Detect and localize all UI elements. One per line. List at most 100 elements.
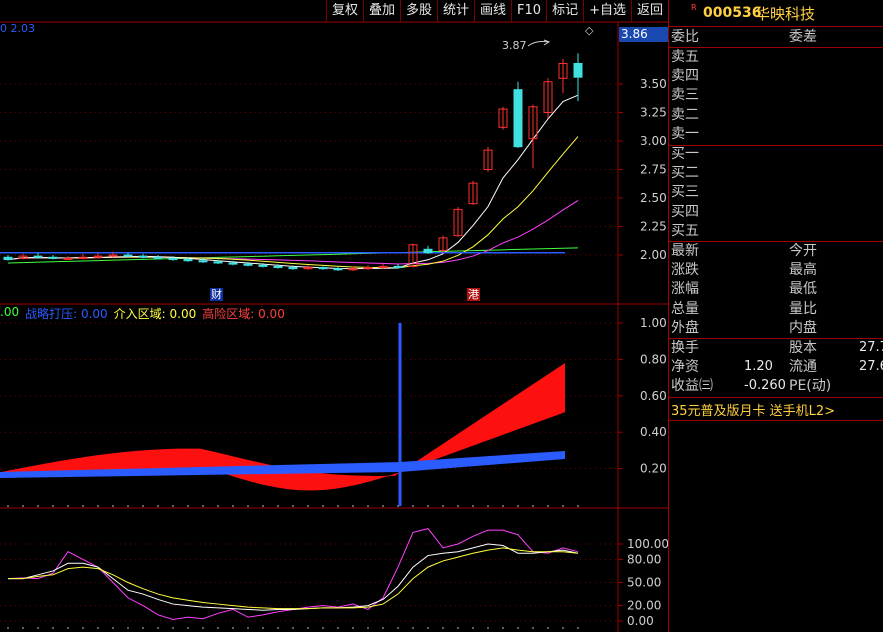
fund-label-right-0: 股本 (789, 340, 817, 356)
tick-dot (232, 505, 234, 507)
peak-label: 3.87 (502, 39, 527, 52)
tick-dot (112, 505, 114, 507)
tick-dot (142, 505, 144, 507)
tick-dot (517, 505, 519, 507)
legend-prefix: .00 (0, 305, 20, 319)
tick-dot (262, 627, 264, 629)
tick-dot (487, 505, 489, 507)
current-price-tag: 3.86 (619, 27, 668, 42)
candle-body (258, 264, 268, 267)
tick-dot (97, 505, 99, 507)
candle-body (198, 260, 208, 263)
moving-average-lines (0, 94, 579, 270)
tick-dot (277, 627, 279, 629)
candle-body (48, 256, 58, 259)
price-axis-label: 2.50 (640, 191, 667, 205)
buy-label-1: 买二 (671, 165, 699, 182)
diamond-marker-icon[interactable]: ◇ (585, 24, 593, 37)
indicator1-legend: .00 战略打压: 0.00 介入区域: 0.00 高险区域: 0.00 (0, 305, 285, 322)
indicator1-plot (0, 323, 565, 506)
tick-dot (397, 627, 399, 629)
price-axis-label: 3.25 (640, 106, 667, 120)
tick-dot (577, 505, 579, 507)
tick-dot (187, 627, 189, 629)
promo-link[interactable]: 35元普及版月卡 送手机L2> (671, 400, 835, 419)
tick-dot (52, 505, 54, 507)
tick-dot (337, 505, 339, 507)
tick-dot (532, 505, 534, 507)
tick-dot (202, 627, 204, 629)
ind2-axis-label: 20.00 (627, 599, 661, 613)
fund-value-right-1: 27.6 (859, 359, 883, 374)
tick-dot (487, 627, 489, 629)
tick-dot (397, 505, 399, 507)
chart-area[interactable]: 复权 叠加 多股 统计 画线 F10 标记 +自选 返回 3.50 3.25 3.00 2.75 2.5… (0, 0, 668, 632)
separator (669, 397, 883, 398)
tick-dot (7, 627, 9, 629)
tick-dot (442, 505, 444, 507)
sell-label-2: 卖三 (671, 87, 699, 104)
price-axis-label: 2.75 (640, 163, 667, 177)
stat-label-right-1: 最高 (789, 262, 817, 279)
event-marker-finance[interactable]: 财 (210, 288, 223, 301)
candle-body (33, 255, 43, 258)
buy-label-2: 买三 (671, 184, 699, 201)
j-line (8, 547, 579, 610)
tick-dot (562, 627, 564, 629)
tick-dot (322, 627, 324, 629)
tick-dot (262, 505, 264, 507)
candle-body (393, 265, 403, 269)
tick-dot (307, 505, 309, 507)
price-axis-label: 3.00 (640, 134, 667, 148)
stat-label-1: 涨跌 (671, 262, 699, 279)
tick-dot (277, 505, 279, 507)
tick-dot (367, 505, 369, 507)
tick-dot (577, 627, 579, 629)
stat-label-right-3: 量比 (789, 300, 817, 317)
separator (669, 145, 883, 146)
tick-dot (442, 627, 444, 629)
ind1-axis-label: 0.60 (640, 389, 667, 403)
top-left-value: 0 2.03 (0, 22, 35, 35)
tick-dot (127, 627, 129, 629)
tick-dot (247, 505, 249, 507)
candle-body (63, 257, 73, 260)
ma-line-1 (7, 199, 579, 265)
event-marker-hk[interactable]: 港 (467, 288, 480, 301)
tick-dot (472, 505, 474, 507)
stock-superscript: R (691, 3, 697, 12)
separator (669, 241, 883, 242)
candle-body (288, 267, 298, 270)
price-axis-label: 2.25 (640, 220, 667, 234)
stock-name: 华映科技 (755, 5, 816, 23)
ind2-axis-label: 80.00 (627, 552, 661, 566)
tick-dot (457, 627, 459, 629)
tick-dot (7, 505, 9, 507)
fund-value-2: -0.260 (744, 378, 786, 393)
tick-dot (67, 627, 69, 629)
stock-header[interactable]: R 000536 华映科技 (669, 0, 883, 27)
tick-dot (502, 627, 504, 629)
tick-dot (67, 505, 69, 507)
stat-label-3: 总量 (671, 300, 699, 317)
tick-dot (52, 627, 54, 629)
tick-dot (232, 627, 234, 629)
candle-body (243, 263, 253, 266)
stat-label-right-4: 内盘 (789, 319, 817, 336)
quote-panel: R 000536 华映科技 委比 委差 卖五 卖四 卖三 卖二 卖一 买一 买二 买三 买四买… (668, 0, 883, 632)
buy-label-4: 买五 (671, 222, 699, 239)
tick-dot (457, 505, 459, 507)
stat-label-right-0: 今开 (789, 243, 817, 259)
tick-dot (292, 627, 294, 629)
tick-dot (22, 505, 24, 507)
tick-dot (547, 627, 549, 629)
peak-arrow-head (543, 39, 551, 46)
ind1-axis-label: 0.20 (640, 462, 667, 476)
candle-body (138, 255, 148, 258)
candle-body (183, 259, 193, 262)
ind2-axis-label: 0.00 (627, 614, 654, 628)
separator (669, 338, 883, 339)
candle-body (273, 265, 283, 269)
k-line (7, 528, 579, 620)
price-grid (0, 83, 623, 256)
